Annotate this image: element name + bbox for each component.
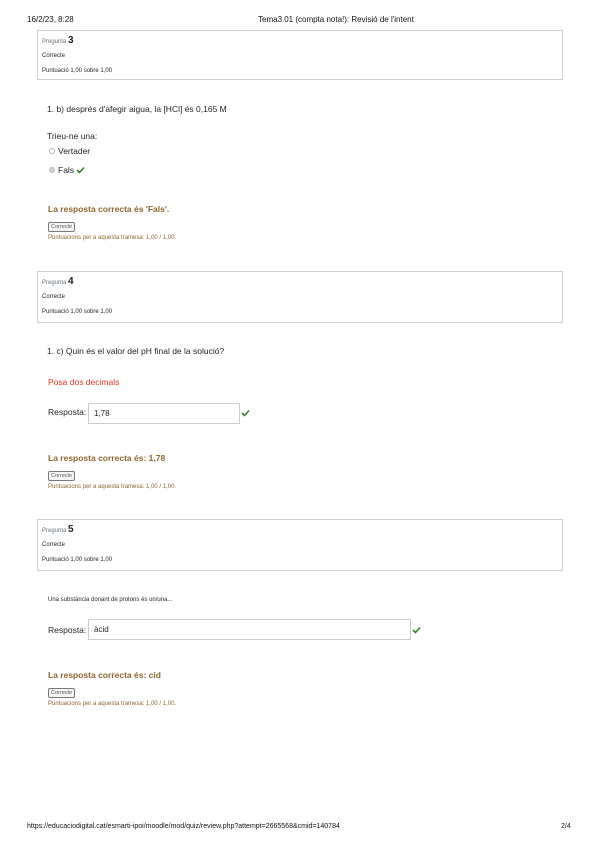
answer-label: Resposta: [48,407,87,417]
marks-summary: Puntuacions per a aquesta tramesa: 1,00 … [48,235,177,241]
question-text: 1. c) Quin és el valor del pH final de l… [47,346,225,356]
status-badge: Correcte [48,688,76,698]
check-icon [76,166,85,174]
right-answer-feedback: La resposta correcta és: 1,78 [48,453,166,463]
question-state: Correcte [42,294,66,300]
page-number: 2/4 [561,823,571,830]
option-fals[interactable]: Fals [49,165,85,175]
print-title: Tema3.01 (compta nota!): Revisió de l'in… [258,15,414,24]
answer-input[interactable]: 1,78 [88,403,240,424]
question-grade: Puntuació 1,00 sobre 1,00 [42,557,113,563]
right-answer-feedback: La resposta correcta és 'Fals'. [48,204,170,214]
print-datetime: 16/2/23, 8:28 [27,15,74,24]
question-grade: Puntuació 1,00 sobre 1,00 [42,68,113,74]
status-badge: Correcte [48,222,76,232]
option-label: Vertader [58,146,91,156]
radio-button-selected[interactable] [49,167,55,173]
question-state: Correcte [42,542,66,548]
answer-input[interactable]: àcid [88,619,411,640]
choice-prompt: Trieu-ne una: [47,131,98,141]
answer-label: Resposta: [48,625,87,635]
marks-summary: Puntuacions per a aquesta tramesa: 1,00 … [48,484,177,490]
decimal-instruction: Posa dos decimals [48,377,120,387]
question-info-box: Pregunta 3 Correcte Puntuació 1,00 sobre… [37,30,563,80]
print-url: https://educaciodigital.cat/esmarti-ipoi… [27,823,340,830]
question-text: 1. b) després d'afegir aigua, la [HCl] é… [47,104,227,114]
status-badge: Correcte [48,471,76,481]
radio-button[interactable] [49,148,55,154]
check-icon [412,626,421,634]
option-vertader[interactable]: Vertader [49,146,90,156]
question-number: Pregunta 3 [42,35,74,46]
check-icon [241,409,250,417]
question-number: Pregunta 4 [42,276,74,287]
marks-summary: Puntuacions per a aquesta tramesa: 1,00 … [48,701,177,707]
question-number: Pregunta 5 [42,524,74,535]
option-label: Fals [58,165,75,175]
question-info-box: Pregunta 5 Correcte Puntuació 1,00 sobre… [37,519,563,571]
question-text: Una substància donant de protons és un/u… [48,597,173,603]
question-grade: Puntuació 1,00 sobre 1,00 [42,309,113,315]
right-answer-feedback: La resposta correcta és: cid [48,670,161,680]
question-info-box: Pregunta 4 Correcte Puntuació 1,00 sobre… [37,271,563,323]
question-state: Correcte [42,53,66,59]
